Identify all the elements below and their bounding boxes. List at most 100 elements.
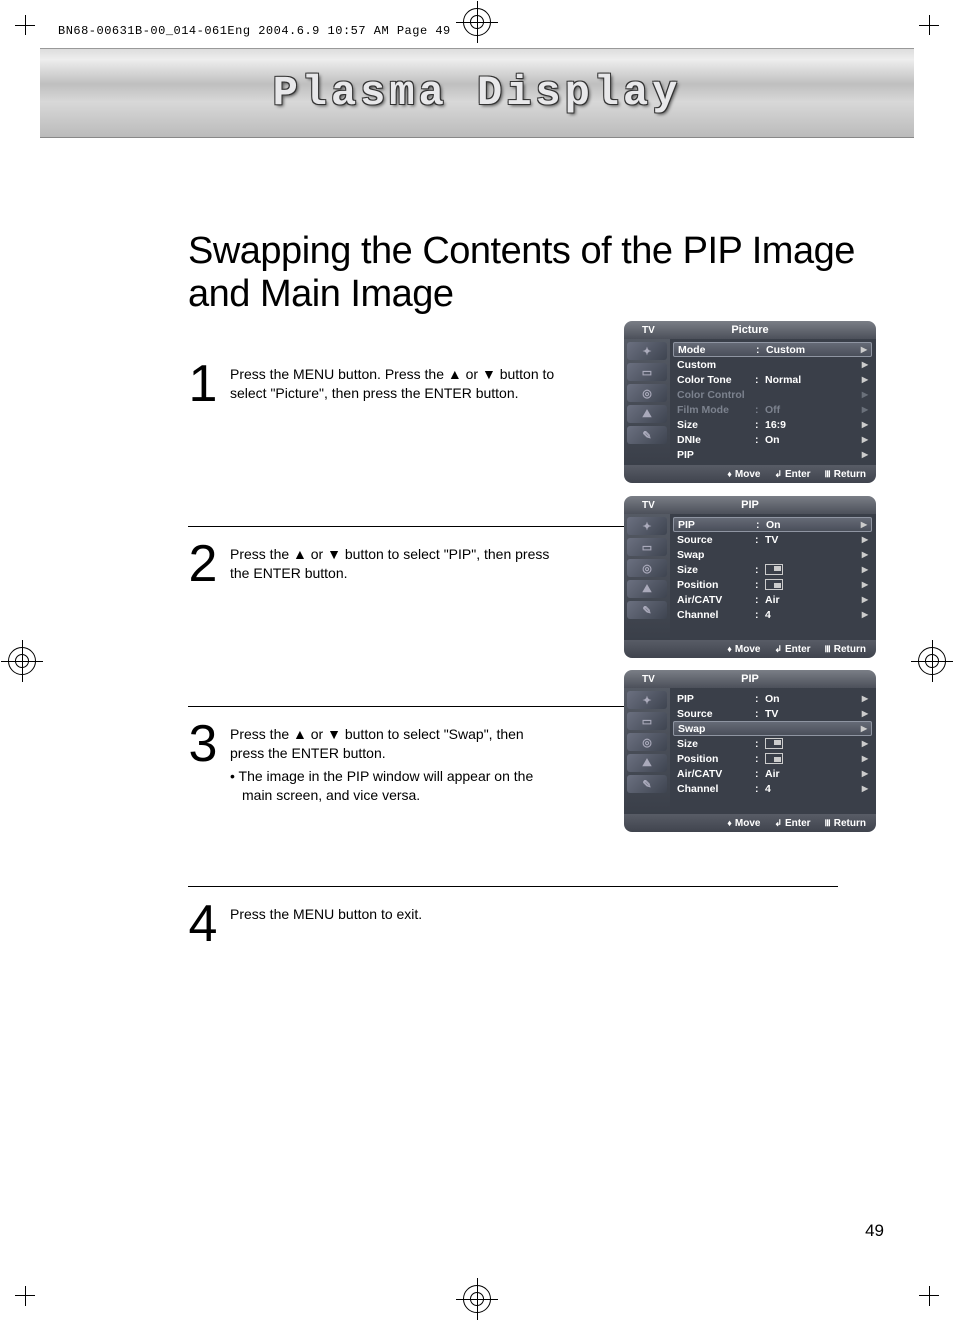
step-text: Press the MENU button to exit.: [230, 901, 560, 924]
osd-row-value: [765, 753, 862, 765]
chevron-right-icon: ▶: [862, 739, 868, 748]
osd-row-value: Custom: [766, 344, 861, 356]
osd-hint-return: ⅢReturn: [825, 469, 866, 480]
banner: Plasma Display: [40, 48, 914, 138]
step: 4 Press the MENU button to exit.: [188, 901, 904, 948]
chevron-right-icon: ▶: [862, 390, 868, 399]
osd-hint-enter: ↲Enter: [774, 469, 810, 480]
osd-row: Air/CATV:Air▶: [673, 592, 872, 607]
osd-hint-enter: ↲Enter: [774, 644, 810, 655]
osd-row: PIP:On▶: [673, 691, 872, 706]
osd-row-value: TV: [765, 534, 862, 546]
page-heading: Swapping the Contents of the PIP Image a…: [188, 230, 904, 316]
osd-icon-column: ✦▭◎⛰✎: [624, 514, 670, 640]
osd-title: Picture: [731, 324, 768, 336]
osd-row: DNIe:On▶: [673, 432, 872, 447]
osd-panel-pip-swap: TVPIP✦▭◎⛰✎PIP:On▶Source:TV▶Swap▶Size:▶Po…: [624, 670, 876, 832]
osd-row-value: [765, 579, 862, 591]
register-mark: [463, 1285, 491, 1313]
osd-source: TV: [642, 325, 655, 336]
osd-row-value: TV: [765, 708, 862, 720]
osd-row-label: Source: [677, 708, 755, 720]
osd-row-value: [765, 564, 862, 576]
osd-row: Color Control ▶: [673, 387, 872, 402]
chevron-right-icon: ▶: [862, 360, 868, 369]
chevron-right-icon: ▶: [862, 420, 868, 429]
osd-row: Source:TV▶: [673, 532, 872, 547]
osd-hint-move: ♦Move: [727, 644, 760, 655]
osd-row-label: Swap: [677, 549, 755, 561]
chevron-right-icon: ▶: [861, 345, 867, 354]
osd-hint-move: ♦Move: [727, 469, 760, 480]
osd-side-icon: ◎: [627, 559, 667, 577]
osd-hint-enter: ↲Enter: [774, 818, 810, 829]
osd-panel-picture: TVPicture✦▭◎⛰✎Mode:Custom▶Custom▶Color T…: [624, 321, 876, 483]
osd-footer: ♦Move ↲Enter ⅢReturn: [624, 465, 876, 483]
crop-mark: [919, 15, 939, 35]
osd-row: Position:▶: [673, 751, 872, 766]
page-content: Swapping the Contents of the PIP Image a…: [50, 160, 904, 1261]
osd-row-label: Channel: [677, 783, 755, 795]
chevron-right-icon: ▶: [862, 550, 868, 559]
osd-rows: PIP:On▶Source:TV▶Swap▶Size:▶Position:▶Ai…: [670, 514, 876, 640]
chevron-right-icon: ▶: [862, 784, 868, 793]
osd-side-icon: ✎: [627, 601, 667, 619]
osd-row-label: PIP: [677, 449, 755, 461]
chevron-right-icon: ▶: [862, 535, 868, 544]
osd-row-label: Swap: [678, 723, 756, 735]
osd-side-icon: ✦: [627, 342, 667, 360]
osd-row: Position:▶: [673, 577, 872, 592]
osd-icon-column: ✦▭◎⛰✎: [624, 339, 670, 465]
osd-row-label: Size: [677, 564, 755, 576]
step-text-line: Press the ▲ or ▼ button to select "Swap"…: [230, 725, 560, 763]
osd-row-value: [765, 738, 862, 750]
osd-hint-return: ⅢReturn: [825, 644, 866, 655]
osd-rows: Mode:Custom▶Custom▶Color Tone:Normal▶Col…: [670, 339, 876, 465]
chevron-right-icon: ▶: [862, 580, 868, 589]
osd-row-label: Air/CATV: [677, 594, 755, 606]
divider: [188, 886, 838, 887]
osd-side-icon: ✦: [627, 517, 667, 535]
osd-source: TV: [642, 500, 655, 511]
osd-row-value: Off: [765, 404, 862, 416]
osd-row-value: Air: [765, 768, 862, 780]
osd-row: Film Mode:Off▶: [673, 402, 872, 417]
step-number: 4: [188, 901, 218, 948]
osd-side-icon: ◎: [627, 733, 667, 751]
osd-side-icon: ✎: [627, 775, 667, 793]
osd-panel-pip: TVPIP✦▭◎⛰✎PIP:On▶Source:TV▶Swap▶Size:▶Po…: [624, 496, 876, 658]
osd-row-value: Air: [765, 594, 862, 606]
osd-hint-move: ♦Move: [727, 818, 760, 829]
chevron-right-icon: ▶: [862, 450, 868, 459]
step-text: Press the MENU button. Press the ▲ or ▼ …: [230, 361, 560, 403]
osd-row-value: 16:9: [765, 419, 862, 431]
crop-mark: [15, 1286, 35, 1306]
osd-side-icon: ⛰: [627, 580, 667, 598]
osd-row-label: Air/CATV: [677, 768, 755, 780]
osd-row-label: Custom: [677, 359, 755, 371]
chevron-right-icon: ▶: [862, 435, 868, 444]
osd-rows: PIP:On▶Source:TV▶Swap▶Size:▶Position:▶Ai…: [670, 688, 876, 814]
osd-footer: ♦Move ↲Enter ⅢReturn: [624, 814, 876, 832]
osd-row: Channel:4▶: [673, 607, 872, 622]
osd-side-icon: ▭: [627, 363, 667, 381]
osd-hint-return: ⅢReturn: [825, 818, 866, 829]
osd-row-value: 4: [765, 783, 862, 795]
osd-footer: ♦Move ↲Enter ⅢReturn: [624, 640, 876, 658]
osd-row-label: DNIe: [677, 434, 755, 446]
osd-row: Channel:4▶: [673, 781, 872, 796]
step-number: 1: [188, 361, 218, 408]
osd-row-label: PIP: [678, 519, 756, 531]
step-bullet: • The image in the PIP window will appea…: [230, 767, 560, 805]
osd-body: ✦▭◎⛰✎Mode:Custom▶Custom▶Color Tone:Norma…: [624, 339, 876, 465]
chevron-right-icon: ▶: [862, 754, 868, 763]
osd-row-label: Size: [677, 419, 755, 431]
osd-row-value: On: [766, 519, 861, 531]
chevron-right-icon: ▶: [862, 610, 868, 619]
osd-row-label: Color Control: [677, 389, 755, 401]
osd-row: Swap▶: [673, 721, 872, 736]
osd-source: TV: [642, 674, 655, 685]
osd-row: Mode:Custom▶: [673, 342, 872, 357]
osd-row: Color Tone:Normal▶: [673, 372, 872, 387]
osd-icon-column: ✦▭◎⛰✎: [624, 688, 670, 814]
